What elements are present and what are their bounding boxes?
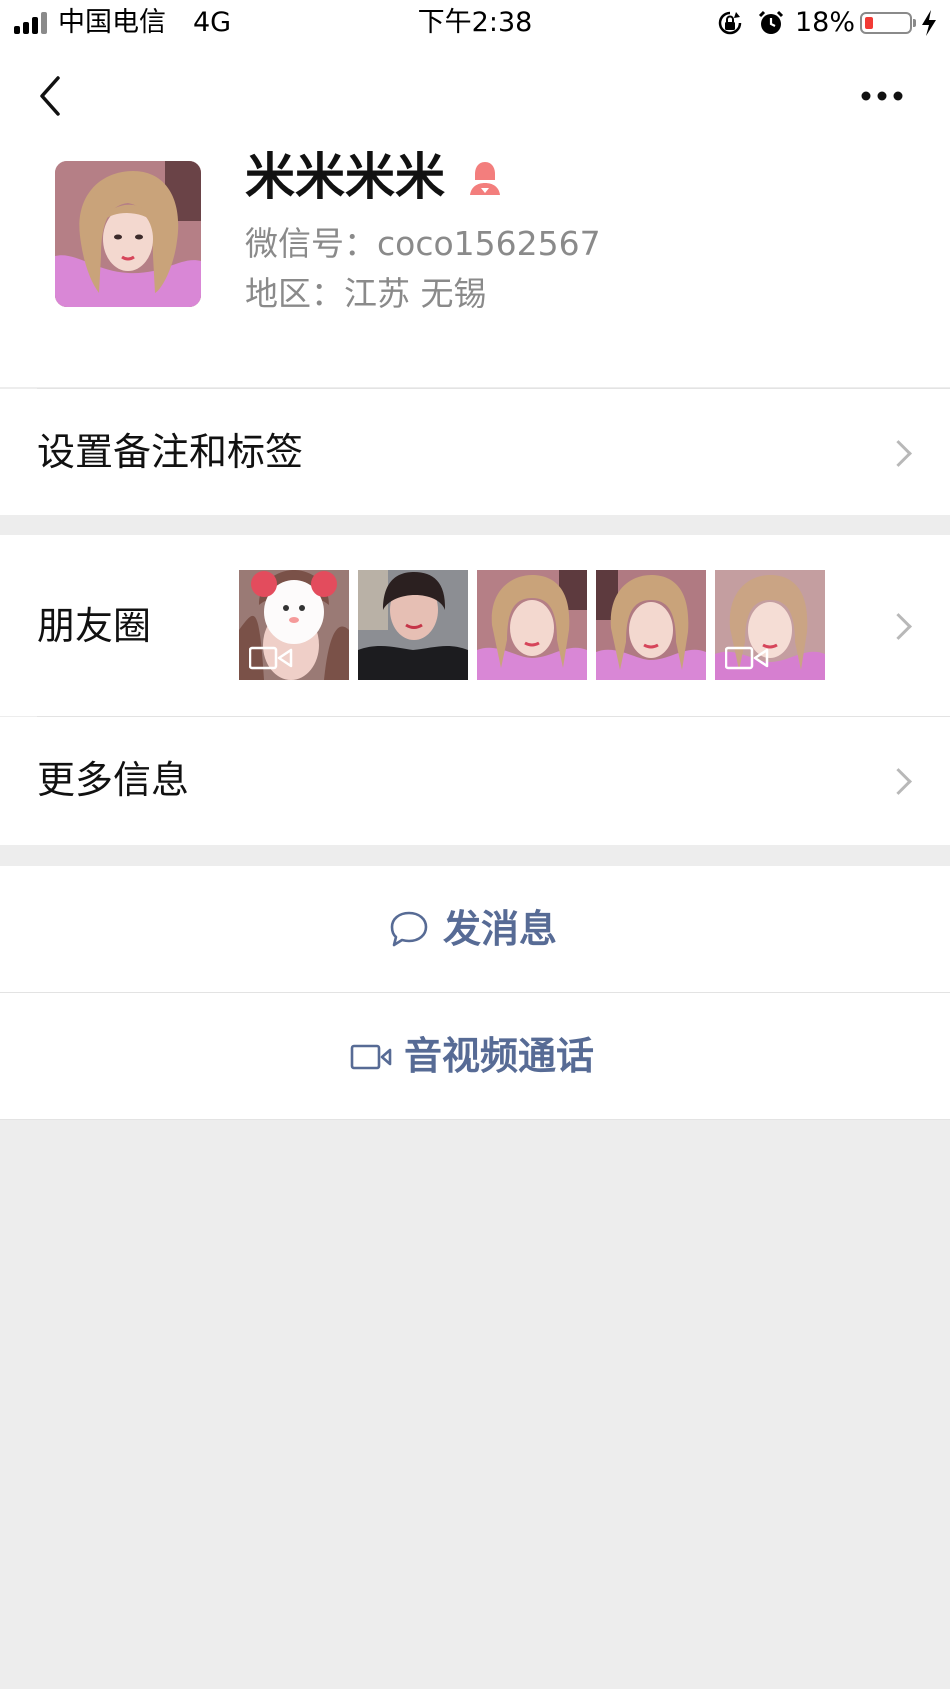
status-bar: 中国电信 4G 下午2:38 18% xyxy=(0,0,950,46)
video-icon xyxy=(725,646,769,670)
nickname: 米米米米 xyxy=(245,148,445,206)
video-icon xyxy=(249,646,293,670)
voice-video-call-button[interactable]: 音视频通话 xyxy=(0,993,950,1119)
battery-percent: 18% xyxy=(795,7,856,38)
remark-tags-cell[interactable]: 设置备注和标签 xyxy=(0,389,950,515)
wechat-id-value: coco1562567 xyxy=(377,224,601,263)
alarm-icon xyxy=(758,10,784,34)
orientation-lock-icon xyxy=(718,11,742,35)
moments-thumbnail[interactable] xyxy=(715,570,825,680)
moments-thumbnail[interactable] xyxy=(596,570,706,680)
chevron-right-icon xyxy=(885,613,912,640)
charging-bolt-icon xyxy=(922,10,936,36)
chat-bubble-icon xyxy=(390,911,428,947)
region-row: 地区：江苏 无锡 xyxy=(245,272,487,316)
video-call-icon xyxy=(350,1044,392,1070)
send-message-label: 发消息 xyxy=(443,907,558,951)
battery-icon xyxy=(860,12,912,34)
battery-cap xyxy=(913,19,916,27)
region-value: 江苏 无锡 xyxy=(344,274,487,313)
battery-level-fill xyxy=(865,17,873,29)
avatar[interactable] xyxy=(55,161,201,307)
moments-thumbnail[interactable] xyxy=(239,570,349,680)
send-message-button[interactable]: 发消息 xyxy=(0,866,950,992)
moments-thumbnail[interactable] xyxy=(477,570,587,680)
more-info-label: 更多信息 xyxy=(37,758,190,802)
region-label: 地区： xyxy=(245,274,344,313)
chevron-right-icon xyxy=(885,440,912,467)
moments-label: 朋友圈 xyxy=(37,604,152,648)
divider xyxy=(0,1119,950,1120)
wechat-id-row: 微信号：coco1562567 xyxy=(245,222,601,266)
voice-video-call-label: 音视频通话 xyxy=(404,1034,595,1078)
remark-tags-label: 设置备注和标签 xyxy=(37,430,304,474)
moments-thumbnail[interactable] xyxy=(358,570,468,680)
more-info-cell[interactable]: 更多信息 xyxy=(0,717,950,845)
female-icon xyxy=(470,162,500,195)
wechat-id-label: 微信号： xyxy=(245,224,377,263)
back-icon[interactable] xyxy=(36,74,64,118)
more-options-icon[interactable] xyxy=(858,84,906,108)
chevron-right-icon xyxy=(885,768,912,795)
